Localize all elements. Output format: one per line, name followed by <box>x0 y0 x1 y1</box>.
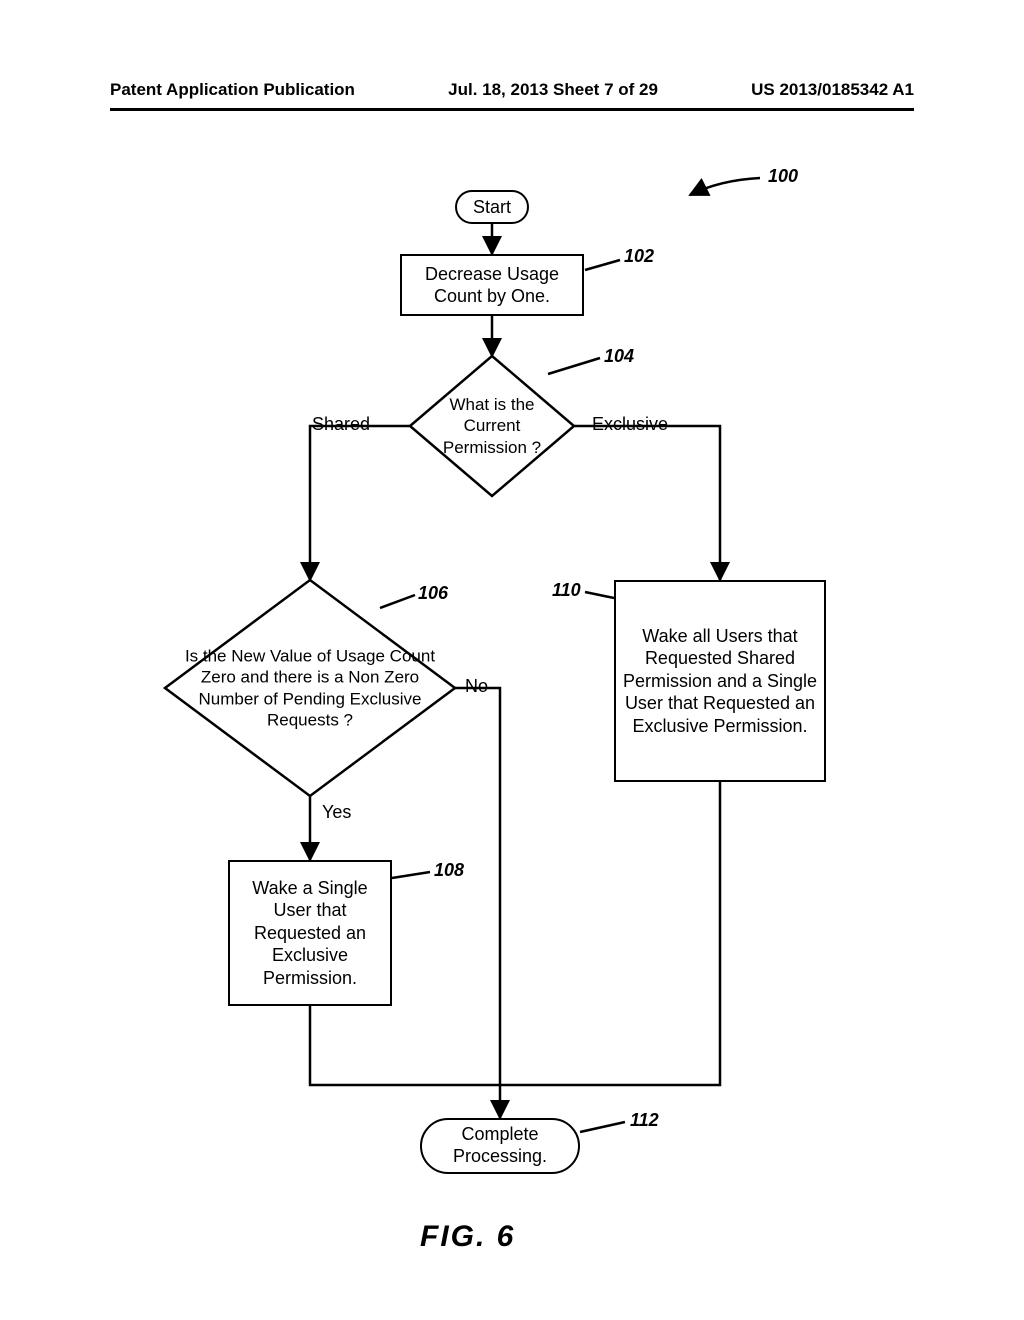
process-108: Wake a Single User that Requested an Exc… <box>228 860 392 1006</box>
edge-106-no: No <box>465 676 488 697</box>
ref-104: 104 <box>604 346 634 367</box>
ref-110: 110 <box>552 580 581 601</box>
process-110-text: Wake all Users that Requested Shared Per… <box>622 625 818 738</box>
header-center: Jul. 18, 2013 Sheet 7 of 29 <box>448 80 658 100</box>
header-right: US 2013/0185342 A1 <box>751 80 914 100</box>
ref-102: 102 <box>624 246 654 267</box>
terminal-112-text: Complete Processing. <box>438 1124 562 1167</box>
ref-108: 108 <box>434 860 464 881</box>
edge-106-yes: Yes <box>322 802 351 823</box>
ref-112: 112 <box>630 1110 659 1131</box>
decision-104: What is the Current Permission ? <box>410 356 574 496</box>
process-102-text: Decrease Usage Count by One. <box>408 263 576 308</box>
flowchart-lines <box>0 160 1024 1280</box>
terminal-start: Start <box>455 190 529 224</box>
terminal-112: Complete Processing. <box>420 1118 580 1174</box>
start-text: Start <box>473 197 511 218</box>
figure-caption: FIG. 6 <box>420 1220 515 1254</box>
edge-104-shared: Shared <box>312 414 370 435</box>
header-rule <box>110 108 914 111</box>
process-108-text: Wake a Single User that Requested an Exc… <box>236 877 384 990</box>
ref-100: 100 <box>768 166 798 187</box>
process-110: Wake all Users that Requested Shared Per… <box>614 580 826 782</box>
header-left: Patent Application Publication <box>110 80 355 100</box>
process-102: Decrease Usage Count by One. <box>400 254 584 316</box>
decision-104-text: What is the Current Permission ? <box>426 394 557 458</box>
decision-106: Is the New Value of Usage Count Zero and… <box>165 580 455 796</box>
flowchart-figure: 100 Start Decrease Usage Count by One. 1… <box>0 160 1024 1280</box>
page-header: Patent Application Publication Jul. 18, … <box>0 80 1024 100</box>
edge-104-exclusive: Exclusive <box>592 414 668 435</box>
ref-106: 106 <box>418 583 448 604</box>
decision-106-text: Is the New Value of Usage Count Zero and… <box>172 646 448 731</box>
